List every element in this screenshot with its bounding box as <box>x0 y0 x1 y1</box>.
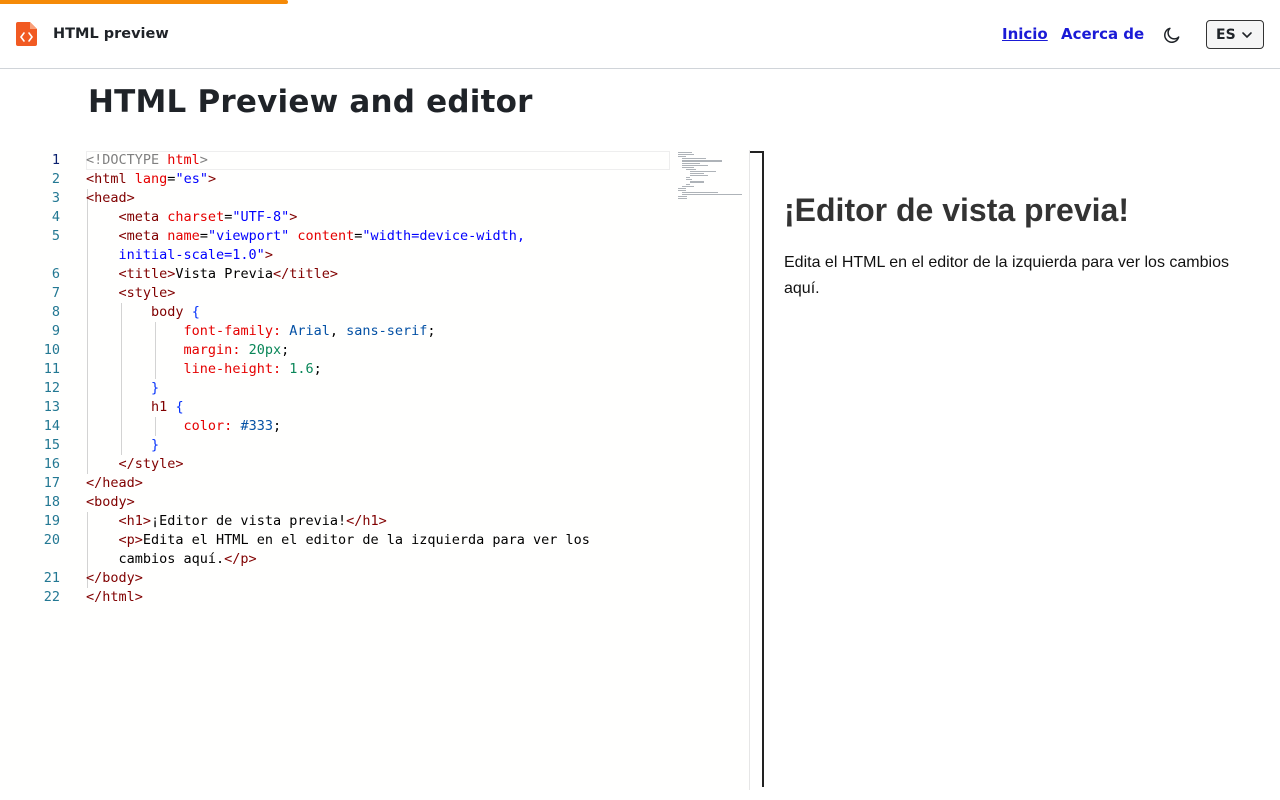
page-title: HTML Preview and editor <box>88 84 533 120</box>
moon-icon <box>1164 27 1180 43</box>
line-number: 10 <box>43 342 60 358</box>
code-minimap[interactable] <box>676 150 748 206</box>
code-line: <meta name="viewport" content="width=dev… <box>118 228 525 244</box>
minimap-line <box>678 152 692 154</box>
line-number: 17 <box>43 475 60 491</box>
code-line: </html> <box>86 589 143 605</box>
minimap-line <box>686 179 692 181</box>
minimap-line <box>678 198 687 200</box>
line-number: 21 <box>43 570 60 586</box>
line-number: 4 <box>51 209 60 225</box>
code-line: <title>Vista Previa</title> <box>118 266 338 282</box>
line-number: 20 <box>43 532 60 548</box>
code-line: <!DOCTYPE html> <box>86 152 208 168</box>
minimap-line <box>678 196 687 198</box>
line-number: 18 <box>43 494 60 510</box>
line-number: 22 <box>43 589 60 605</box>
code-line: <h1>¡Editor de vista previa!</h1> <box>118 513 387 529</box>
code-line: </head> <box>86 475 143 491</box>
minimap-line <box>682 160 722 162</box>
code-line: </body> <box>86 570 143 586</box>
code-line: color: #333; <box>183 418 282 434</box>
minimap-line <box>690 173 704 175</box>
code-line: } <box>151 380 160 396</box>
brand-name: HTML preview <box>53 26 169 42</box>
minimap-line <box>690 181 704 183</box>
code-line: <html lang="es"> <box>86 171 217 187</box>
code-line: } <box>151 437 160 453</box>
minimap-line <box>682 185 694 187</box>
code-line: font-family: Arial, sans-serif; <box>183 323 436 339</box>
line-number: 3 <box>51 190 60 206</box>
preview-pane: ¡Editor de vista previa! Edita el HTML e… <box>764 150 1280 790</box>
code-line: initial-scale=1.0"> <box>118 247 273 263</box>
top-navbar: HTML preview Inicio Acerca de ES <box>0 0 1280 69</box>
minimap-line <box>690 175 708 177</box>
line-number: 7 <box>51 285 60 301</box>
line-number: 16 <box>43 456 60 472</box>
line-number: 2 <box>51 171 60 187</box>
line-number: 11 <box>43 361 60 377</box>
code-line: </style> <box>118 456 184 472</box>
code-line: <p>Edita el HTML en el editor de la izqu… <box>118 532 590 548</box>
minimap-line <box>682 191 718 194</box>
code-line: <style> <box>118 285 176 301</box>
nav-link-home[interactable]: Inicio <box>1002 24 1048 46</box>
chevron-down-icon <box>1241 31 1252 38</box>
code-line: line-height: 1.6; <box>183 361 322 377</box>
minimap-line <box>678 189 686 191</box>
language-select[interactable]: ES <box>1206 20 1264 49</box>
minimap-line <box>686 168 696 170</box>
brand[interactable]: HTML preview <box>16 22 169 46</box>
code-line: <meta charset="UTF-8"> <box>118 209 298 225</box>
minimap-line <box>678 154 694 156</box>
preview-paragraph: Edita el HTML en el editor de la izquier… <box>784 254 1229 298</box>
theme-toggle-button[interactable] <box>1160 23 1184 47</box>
minimap-line <box>690 170 716 173</box>
line-number: 6 <box>51 266 60 282</box>
minimap-line <box>678 187 686 189</box>
code-line: h1 { <box>151 399 184 415</box>
line-number: 5 <box>51 228 60 244</box>
html-file-logo-icon <box>16 22 37 46</box>
code-line: <head> <box>86 190 135 206</box>
line-number: 9 <box>51 323 60 339</box>
code-line: body { <box>151 304 200 320</box>
nav-link-about[interactable]: Acerca de <box>1061 24 1144 46</box>
minimap-line <box>678 156 686 158</box>
minimap-line <box>682 164 708 166</box>
line-number: 1 <box>51 152 60 168</box>
minimap-line <box>682 166 694 168</box>
minimap-line <box>682 158 706 160</box>
code-line: cambios aquí.</p> <box>86 551 257 567</box>
minimap-line <box>682 162 700 164</box>
line-number: 13 <box>43 399 60 415</box>
minimap-line <box>686 177 690 179</box>
line-number: 12 <box>43 380 60 396</box>
minimap-line <box>686 183 690 185</box>
language-value: ES <box>1216 26 1236 43</box>
line-number: 14 <box>43 418 60 434</box>
code-editor[interactable]: 1 2 3 4 5 6 7 8 9 10 11 12 13 14 15 16 17 18 19 20 21 22 <!DO… <box>0 150 750 790</box>
line-number: 15 <box>43 437 60 453</box>
minimap-line <box>682 194 742 196</box>
line-number: 8 <box>51 304 60 320</box>
code-line: <body> <box>86 494 135 510</box>
line-number: 19 <box>43 513 60 529</box>
preview-heading: ¡Editor de vista previa! <box>784 192 1129 228</box>
code-line: margin: 20px; <box>183 342 290 358</box>
